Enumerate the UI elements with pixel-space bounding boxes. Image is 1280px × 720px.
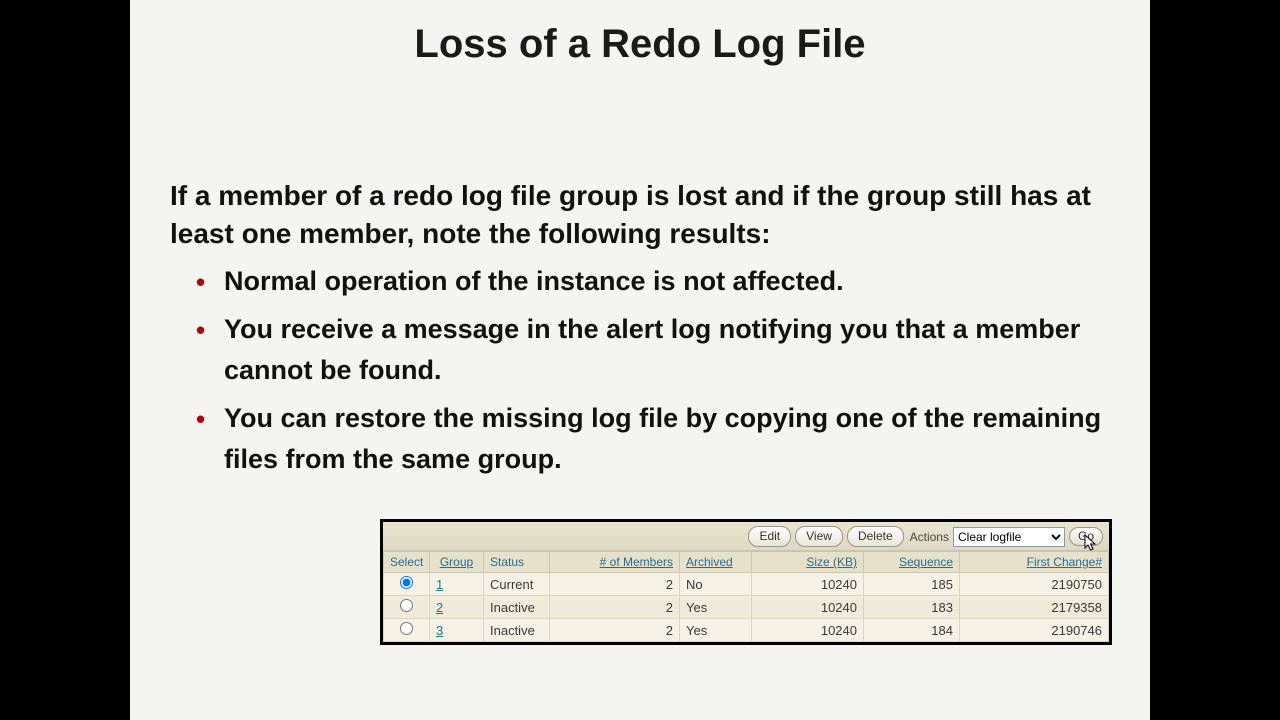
row-select-radio[interactable] [400, 622, 413, 635]
view-button[interactable]: View [795, 526, 843, 547]
panel-toolbar: Edit View Delete Actions Clear logfile G… [383, 522, 1109, 551]
go-button-label: Go [1078, 529, 1094, 543]
cell-members: 2 [550, 619, 680, 642]
cell-first-change: 2190750 [960, 573, 1109, 596]
delete-button[interactable]: Delete [847, 526, 904, 547]
slide: Loss of a Redo Log File If a member of a… [130, 0, 1150, 720]
table-row: 3 Inactive 2 Yes 10240 184 2190746 [384, 619, 1109, 642]
row-select-radio[interactable] [400, 576, 413, 589]
col-status: Status [484, 552, 550, 573]
actions-select[interactable]: Clear logfile [953, 527, 1065, 547]
cell-members: 2 [550, 573, 680, 596]
cell-size: 10240 [752, 619, 864, 642]
cell-archived: Yes [680, 619, 752, 642]
bullet-item: Normal operation of the instance is not … [224, 261, 1110, 302]
cell-archived: No [680, 573, 752, 596]
cell-size: 10240 [752, 573, 864, 596]
col-size[interactable]: Size (KB) [752, 552, 864, 573]
bullet-list: Normal operation of the instance is not … [170, 261, 1110, 480]
redo-log-table: Select Group Status # of Members Archive… [383, 551, 1109, 642]
cell-archived: Yes [680, 596, 752, 619]
cell-sequence: 185 [864, 573, 960, 596]
col-archived[interactable]: Archived [680, 552, 752, 573]
bullet-item: You receive a message in the alert log n… [224, 309, 1110, 390]
actions-label: Actions [910, 530, 949, 544]
col-select: Select [384, 552, 430, 573]
cell-sequence: 183 [864, 596, 960, 619]
go-button[interactable]: Go [1069, 527, 1103, 546]
col-members[interactable]: # of Members [550, 552, 680, 573]
cell-status: Inactive [484, 619, 550, 642]
col-group[interactable]: Group [430, 552, 484, 573]
col-first-change[interactable]: First Change# [960, 552, 1109, 573]
redo-log-panel: Edit View Delete Actions Clear logfile G… [380, 519, 1112, 645]
cell-size: 10240 [752, 596, 864, 619]
col-sequence[interactable]: Sequence [864, 552, 960, 573]
bullet-item: You can restore the missing log file by … [224, 398, 1110, 479]
cell-status: Inactive [484, 596, 550, 619]
group-link[interactable]: 1 [436, 577, 443, 592]
row-select-radio[interactable] [400, 599, 413, 612]
group-link[interactable]: 3 [436, 623, 443, 638]
cell-first-change: 2179358 [960, 596, 1109, 619]
cell-sequence: 184 [864, 619, 960, 642]
table-row: 2 Inactive 2 Yes 10240 183 2179358 [384, 596, 1109, 619]
edit-button[interactable]: Edit [748, 526, 791, 547]
cell-status: Current [484, 573, 550, 596]
intro-text: If a member of a redo log file group is … [170, 177, 1110, 253]
cell-members: 2 [550, 596, 680, 619]
cell-first-change: 2190746 [960, 619, 1109, 642]
group-link[interactable]: 2 [436, 600, 443, 615]
page-title: Loss of a Redo Log File [130, 22, 1150, 67]
table-row: 1 Current 2 No 10240 185 2190750 [384, 573, 1109, 596]
table-header-row: Select Group Status # of Members Archive… [384, 552, 1109, 573]
